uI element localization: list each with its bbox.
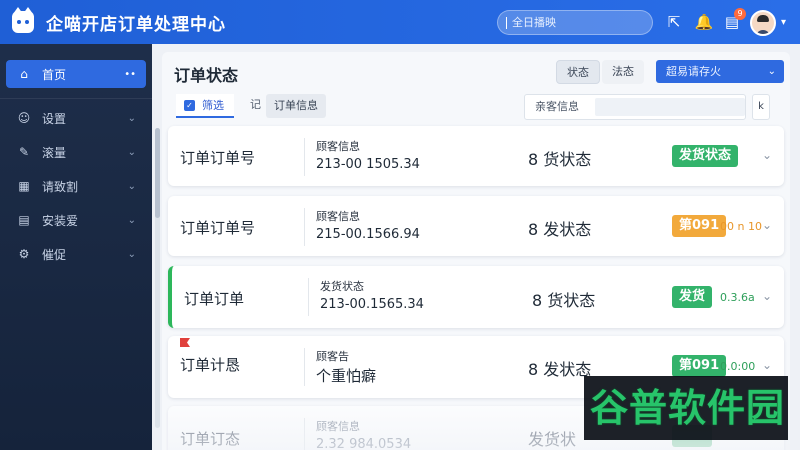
order-card[interactable]: 订单订单号 顾客信息 213-00 1505.34 8 货状态 发货状态 ⌄: [168, 126, 784, 186]
cat-logo-icon: [12, 7, 34, 33]
chevron-down-icon[interactable]: ⌄: [762, 218, 772, 232]
chevron-down-icon[interactable]: ▾: [781, 17, 786, 28]
tab-legal[interactable]: 法态: [602, 60, 644, 84]
message-icon[interactable]: ▤ 9: [722, 8, 746, 32]
customer-search-input[interactable]: 亲客信息: [524, 94, 746, 120]
scrollbar-thumb[interactable]: [155, 128, 160, 218]
tab-status[interactable]: 状态: [556, 60, 600, 84]
sidebar: ⌂ 首页 •• ☺ 设置 ⌄ ✎ 滚量 ⌄ ▦ 请致割 ⌄ ▤ 安装爱 ⌄ ⚙ …: [0, 44, 152, 450]
chevron-down-icon[interactable]: ⌄: [762, 358, 772, 372]
status-badge: 第091: [672, 355, 727, 377]
watermark-logo: 谷普软件园: [590, 386, 786, 430]
notification-badge: 9: [734, 8, 746, 20]
search-field[interactable]: [595, 98, 745, 116]
flag-icon: [180, 338, 190, 347]
order-status: 发货状: [528, 430, 577, 449]
chevron-down-icon: ⌄: [767, 66, 776, 77]
order-title: 订单订单: [184, 290, 245, 308]
order-field-value: 213-00.1565.34: [320, 297, 424, 312]
sidebar-item-urge[interactable]: ⚙ 催促 ⌄: [6, 240, 146, 268]
chevron-down-icon: ⌄: [127, 248, 136, 260]
sidebar-item-label: 首页: [42, 67, 67, 82]
page-title: 订单状态: [174, 66, 239, 85]
order-field-value: 215-00.1566.94: [316, 227, 420, 242]
sidebar-item-label: 设置: [42, 111, 67, 126]
status-badge: 发货: [672, 286, 713, 308]
order-field-value: 213-00 1505.34: [316, 157, 420, 172]
document-icon: ▤: [18, 213, 30, 227]
divider: [304, 208, 305, 246]
order-status: 8 发状态: [528, 220, 592, 239]
divider: [304, 348, 305, 386]
chevron-down-icon[interactable]: ⌄: [762, 148, 772, 162]
chevron-down-icon[interactable]: ⌄: [762, 289, 772, 303]
ellipsis-icon: ••: [124, 68, 136, 80]
status-badge: 发货状态: [672, 145, 739, 167]
divider: [0, 98, 152, 99]
sidebar-item-label: 滚量: [42, 145, 67, 160]
user-icon: ☺: [17, 111, 31, 125]
chevron-down-icon: ⌄: [127, 214, 136, 226]
status-detail: 0.0:00: [720, 360, 756, 373]
filter-chip[interactable]: 筛选: [176, 94, 234, 118]
sidebar-item-home[interactable]: ⌂ 首页 ••: [6, 60, 146, 88]
order-field-value: 2.32 984.0534: [316, 437, 412, 450]
divider: [304, 138, 305, 176]
sidebar-item-label: 请致割: [42, 179, 79, 194]
divider: [308, 278, 309, 316]
status-select[interactable]: 超易请存火 ⌄: [656, 60, 784, 83]
order-title: 订单订态: [180, 430, 241, 448]
order-info-chip[interactable]: 订单信息: [266, 94, 326, 118]
order-title: 订单计恳: [180, 356, 241, 374]
sidebar-item-settings[interactable]: ☺ 设置 ⌄: [6, 104, 146, 132]
global-search-input[interactable]: 全日播映: [497, 10, 653, 35]
order-status: 8 货状态: [532, 291, 596, 310]
order-field-label: 发货状态: [320, 280, 364, 293]
chevron-down-icon: ⌄: [127, 146, 136, 158]
order-title: 订单订单号: [180, 219, 256, 237]
sidebar-item-label: 安装爱: [42, 213, 79, 228]
bell-icon[interactable]: 🔔: [694, 12, 714, 32]
status-select-value: 超易请存火: [666, 65, 721, 78]
edit-icon: ✎: [18, 145, 30, 159]
order-field-value: 个重怕癖: [316, 367, 377, 385]
sidebar-item-install[interactable]: ▤ 安装爱 ⌄: [6, 206, 146, 234]
app-title: 企喵开店订单处理中心: [46, 14, 226, 35]
sidebar-item-volume[interactable]: ✎ 滚量 ⌄: [6, 138, 146, 166]
order-card[interactable]: 订单订单 发货状态 213-00.1565.34 8 货状态 发货 0.3.6a…: [168, 266, 784, 328]
order-field-label: 顾客告: [316, 350, 349, 363]
order-field-label: 顾客信息: [316, 210, 360, 223]
divider: [304, 418, 305, 450]
sidebar-item-label: 催促: [42, 247, 67, 262]
filter-bar: 筛选 记 订单信息 亲客信息 k: [172, 92, 772, 120]
sort-button[interactable]: k: [752, 94, 770, 120]
home-icon: ⌂: [20, 67, 28, 81]
status-badge: 第091: [672, 215, 727, 237]
calendar-icon: ▦: [18, 179, 30, 193]
order-status: 8 发状态: [528, 360, 592, 379]
order-card[interactable]: 订单订单号 顾客信息 215-00.1566.94 8 发状态 第091 00 …: [168, 196, 784, 256]
chevron-down-icon: ⌄: [127, 180, 136, 192]
order-title: 订单订单号: [180, 149, 256, 167]
order-status: 8 货状态: [528, 150, 592, 169]
sidebar-item-schedule[interactable]: ▦ 请致割 ⌄: [6, 172, 146, 200]
settings-icon: ⚙: [18, 247, 30, 261]
order-field-label: 顾客信息: [316, 140, 360, 153]
status-detail: 00 n 10: [720, 220, 762, 233]
filter-label: 记: [250, 98, 261, 111]
chevron-down-icon: ⌄: [127, 112, 136, 124]
avatar[interactable]: [750, 10, 776, 36]
search-label: 亲客信息: [535, 100, 579, 113]
share-icon[interactable]: ⇱: [664, 12, 684, 32]
order-field-label: 顾客信息: [316, 420, 360, 433]
status-detail: 0.3.6a: [720, 291, 755, 304]
